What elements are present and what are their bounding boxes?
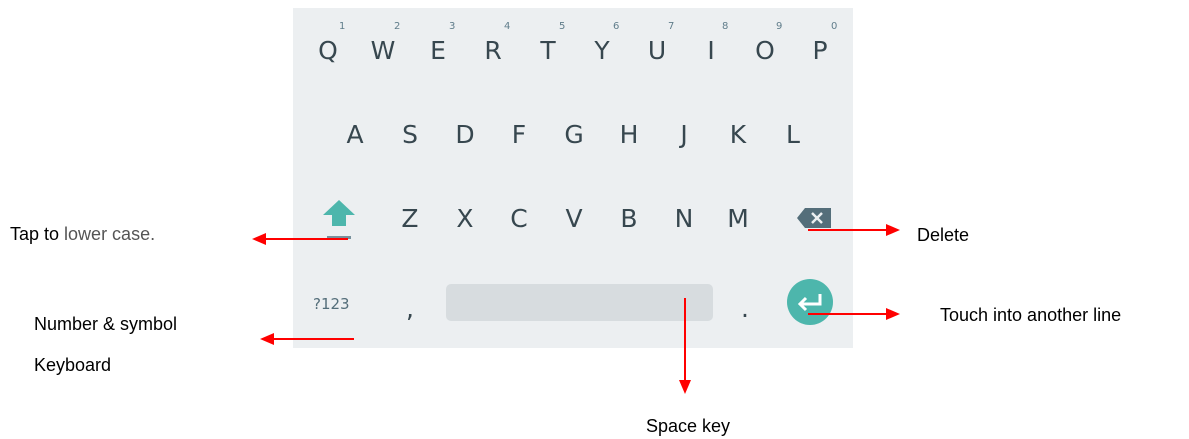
shift-arrow [252, 233, 348, 245]
delete-arrow [808, 224, 900, 236]
space-arrow [679, 298, 691, 394]
annotation-arrows [252, 224, 900, 394]
enter-arrow [808, 308, 900, 320]
symbols-arrow [260, 333, 354, 345]
